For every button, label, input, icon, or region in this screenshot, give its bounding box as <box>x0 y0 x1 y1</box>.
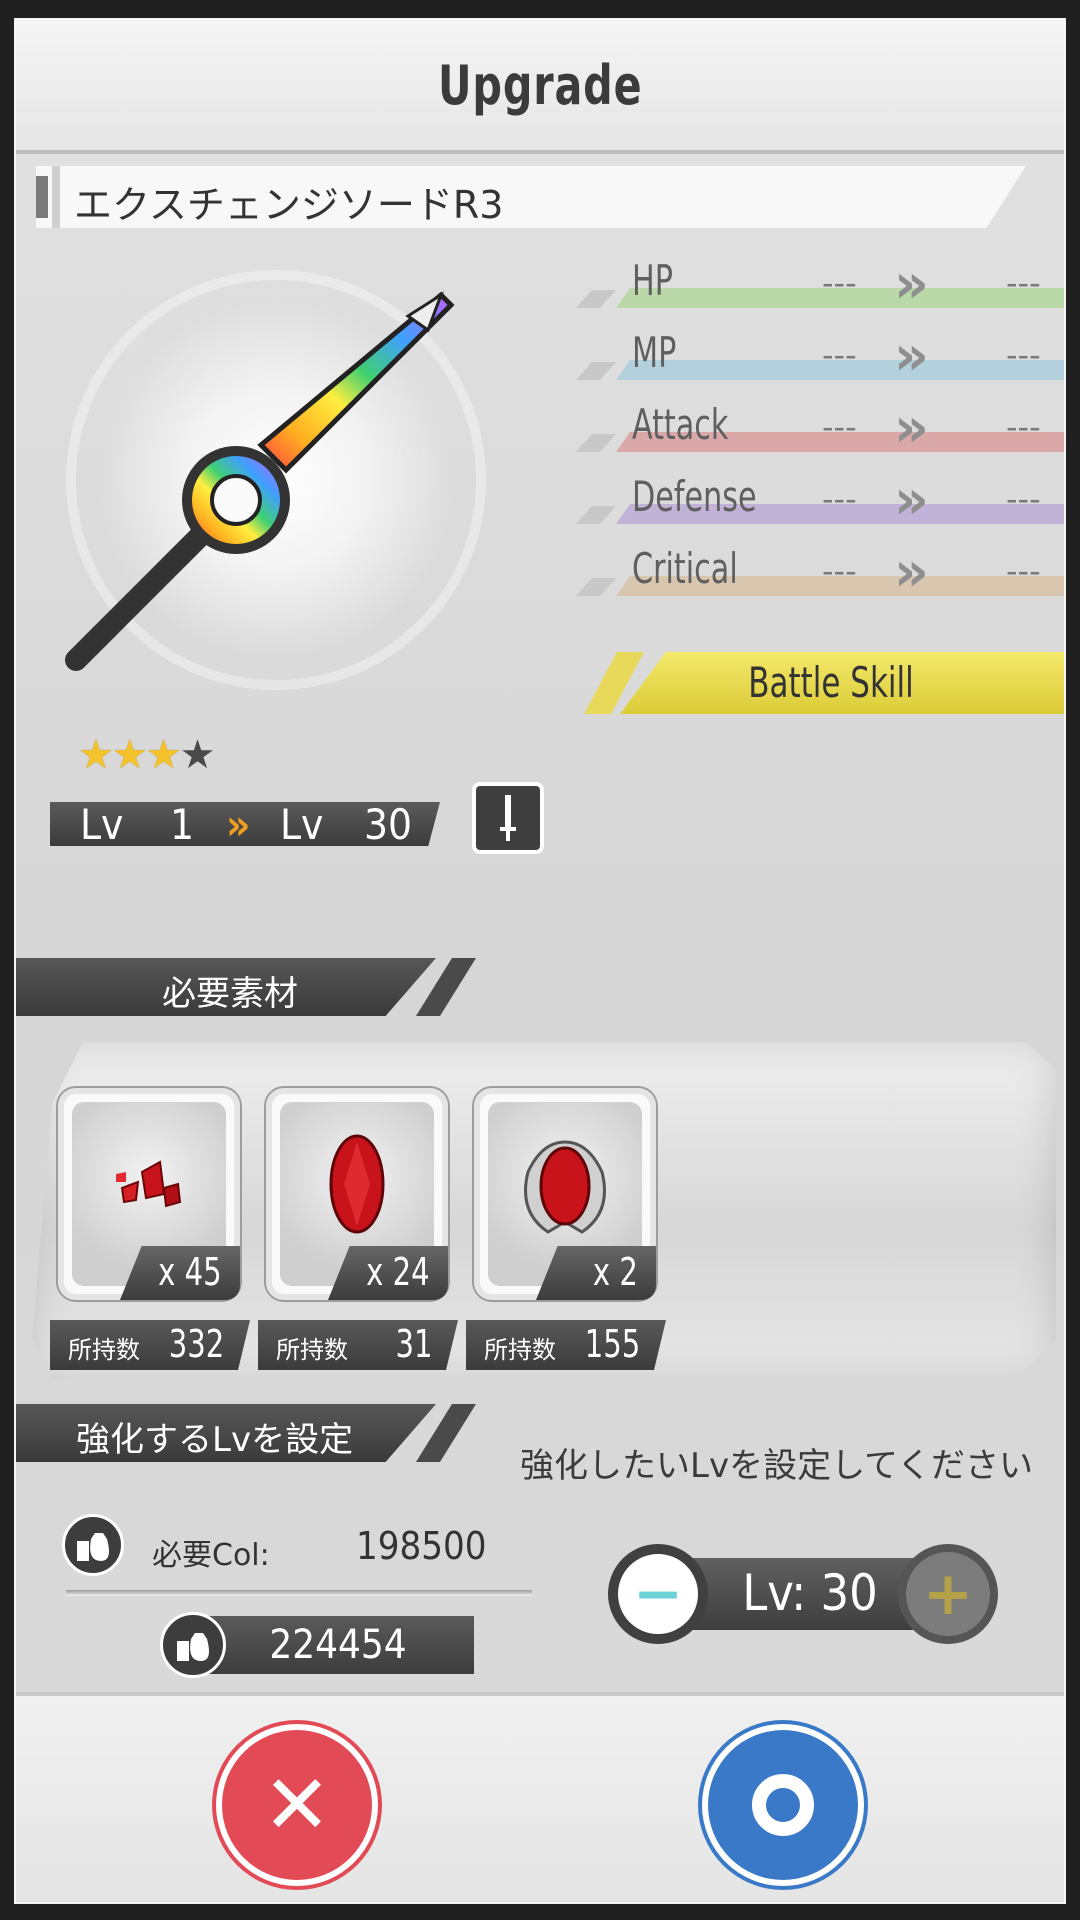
circle-ok-icon <box>752 1774 814 1836</box>
star-filled-icon: ★ <box>145 732 182 778</box>
confirm-button[interactable] <box>708 1730 858 1880</box>
material-owned-1: 所持数 332 <box>50 1320 250 1370</box>
decrease-level-button[interactable]: − <box>608 1544 708 1644</box>
increase-level-button[interactable]: + <box>898 1544 998 1644</box>
stat-row-critical: Critical --- » --- <box>576 540 1064 603</box>
level-set-hint: 強化したいLvを設定してください <box>520 1446 1034 1486</box>
arrow-icon: » <box>894 252 929 315</box>
red-crest-gem-icon <box>524 1140 606 1234</box>
level-bar: Lv 1 » Lv 30 <box>50 802 440 846</box>
upgrade-dialog: Upgrade エクスチェンジソードR3 ★★★★ Lv 1 » Lv 30 H… <box>14 18 1066 1904</box>
cancel-button[interactable]: ✕ <box>222 1730 372 1880</box>
money-bag-icon <box>62 1514 124 1576</box>
weapon-image <box>56 260 486 700</box>
level-to: 30 <box>364 800 413 849</box>
weapon-name: エクスチェンジソードR3 <box>74 183 504 227</box>
material-qty: x 45 <box>158 1250 222 1294</box>
red-shards-icon <box>116 1160 182 1208</box>
material-slot-3[interactable]: x 2 <box>474 1088 656 1300</box>
page-title: Upgrade <box>437 53 643 117</box>
stat-row-hp: HP --- » --- <box>576 252 1064 315</box>
red-gem-icon <box>329 1134 385 1234</box>
close-icon: ✕ <box>262 1757 332 1853</box>
star-filled-icon: ★ <box>78 732 114 778</box>
material-owned-3: 所持数 155 <box>466 1320 666 1370</box>
level-set-header: 強化するLvを設定 <box>16 1404 486 1462</box>
title-bar: Upgrade <box>16 20 1064 154</box>
battle-skill-label: Battle Skill <box>748 658 914 707</box>
sword-type-icon <box>472 782 544 854</box>
money-bag-icon <box>160 1612 226 1678</box>
weapon-name-bar: エクスチェンジソードR3 <box>36 166 1026 228</box>
rainbow-sword-icon <box>65 291 455 671</box>
rarity-stars: ★★★★ <box>78 732 216 778</box>
material-slot-1[interactable]: x 45 <box>58 1088 240 1300</box>
battle-skill-button[interactable]: Battle Skill <box>584 652 1064 714</box>
star-filled-icon: ★ <box>111 732 148 778</box>
level-label-from: Lv <box>80 800 124 849</box>
stat-row-attack: Attack --- » --- <box>576 396 1064 459</box>
material-qty: x 2 <box>593 1250 638 1294</box>
material-owned-2: 所持数 31 <box>258 1320 458 1370</box>
material-qty: x 24 <box>366 1250 430 1294</box>
required-col-value: 198500 <box>356 1524 487 1568</box>
level-label-to: Lv <box>280 800 324 849</box>
stat-row-defense: Defense --- » --- <box>576 468 1064 531</box>
footer-bar <box>16 1692 1064 1902</box>
arrow-icon: » <box>894 468 929 531</box>
level-stepper: Lv: 30 − + <box>608 1544 1012 1644</box>
materials-header: 必要素材 <box>16 958 486 1016</box>
level-from: 1 <box>170 800 195 849</box>
level-arrow-icon: » <box>226 800 251 849</box>
owned-col-box: 224454 <box>202 1616 474 1674</box>
owned-col-value: 224454 <box>269 1622 407 1668</box>
required-col-label: 必要Col: <box>152 1538 270 1573</box>
arrow-icon: » <box>894 540 929 603</box>
material-slot-2[interactable]: x 24 <box>266 1088 448 1300</box>
star-empty-icon: ★ <box>179 732 216 778</box>
arrow-icon: » <box>894 396 929 459</box>
stat-row-mp: MP --- » --- <box>576 324 1064 387</box>
arrow-icon: » <box>894 324 929 387</box>
